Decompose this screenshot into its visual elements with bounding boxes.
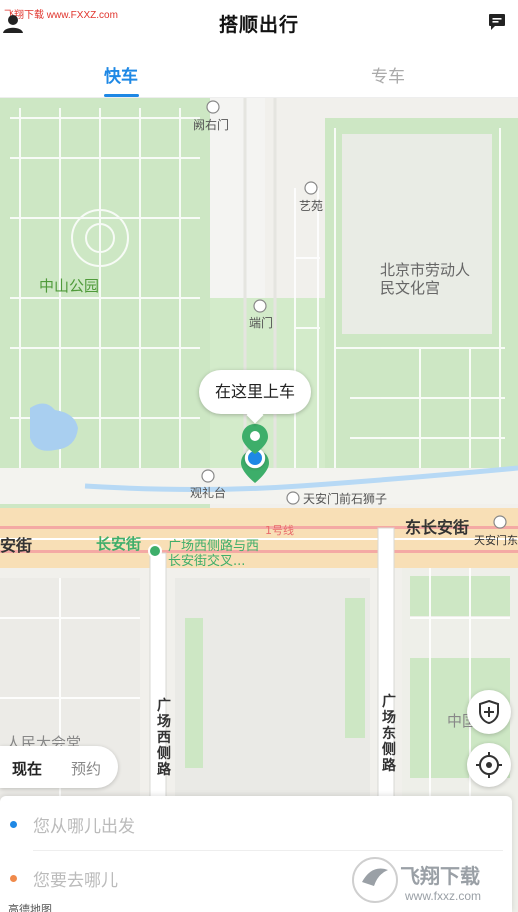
service-tabs: 快车 专车 [0,46,518,98]
watermark-logo-url: www.fxxz.com [404,889,481,903]
message-icon[interactable] [488,13,506,31]
page-title: 搭顺出行 [218,14,299,36]
map-label-line1: 1号线 [265,524,294,537]
time-now-option[interactable]: 现在 [12,758,42,779]
map-label-kuoyoumen: 阙右门 [193,118,230,132]
watermark-logo-main: 飞翔下载 [400,864,480,888]
map-label-changan-green: 长安街 [96,535,142,553]
amap-logo-text: 高德地图 [8,903,52,912]
destination-input[interactable]: 您要去哪儿 [33,866,118,891]
map-label-guanlitai: 观礼台 [190,486,227,500]
from-row[interactable]: 您从哪儿出发 [0,796,512,850]
tab-kuaiche[interactable]: 快车 [61,62,181,87]
map-label-tiananmen-east: 天安门东 [474,534,518,547]
active-tab-indicator [104,94,139,97]
time-later-option[interactable]: 预约 [71,758,101,779]
safety-button[interactable] [467,690,511,734]
map-label-west-side-road: 广场西侧路 [157,698,171,778]
shield-icon [479,699,499,725]
map-label-east-changan: 东长安街 [405,518,470,537]
map-label-lions: 天安门前石狮子 [303,492,388,506]
map-label-poi-junction[interactable]: 广场西侧路与西长安街交叉... [168,539,268,569]
origin-input[interactable]: 您从哪儿出发 [33,812,135,837]
map-label-yiyuan: 艺苑 [299,199,324,213]
locate-button[interactable] [467,743,511,787]
time-toggle: 现在 预约 [0,746,118,788]
locate-icon [476,752,502,778]
map-view[interactable]: 阙右门 艺苑 中山公园 北京市劳动人民文化宫 端门 观礼台 天安门前石狮子 安街… [0,98,518,912]
map-label-changan-west: 安街 [0,536,33,555]
map-canvas [0,98,518,912]
destination-dot-icon [10,875,17,882]
map-label-duanmen: 端门 [249,316,274,330]
map-label-zhongshan-park: 中山公园 [39,277,100,295]
pickup-bubble[interactable]: 在这里上车 [199,370,311,414]
watermark-logo: 飞翔下载 www.fxxz.com [350,852,510,908]
origin-dot-icon [10,821,17,828]
map-label-east-side-road: 广场东侧路 [382,694,396,774]
tab-zhuanche[interactable]: 专车 [328,62,448,87]
pickup-pin-icon [241,423,269,455]
app-header: 飞翔下载 www.FXXZ.com 搭顺出行 [0,0,518,46]
map-label-workers-palace: 北京市劳动人民文化宫 [380,261,471,297]
